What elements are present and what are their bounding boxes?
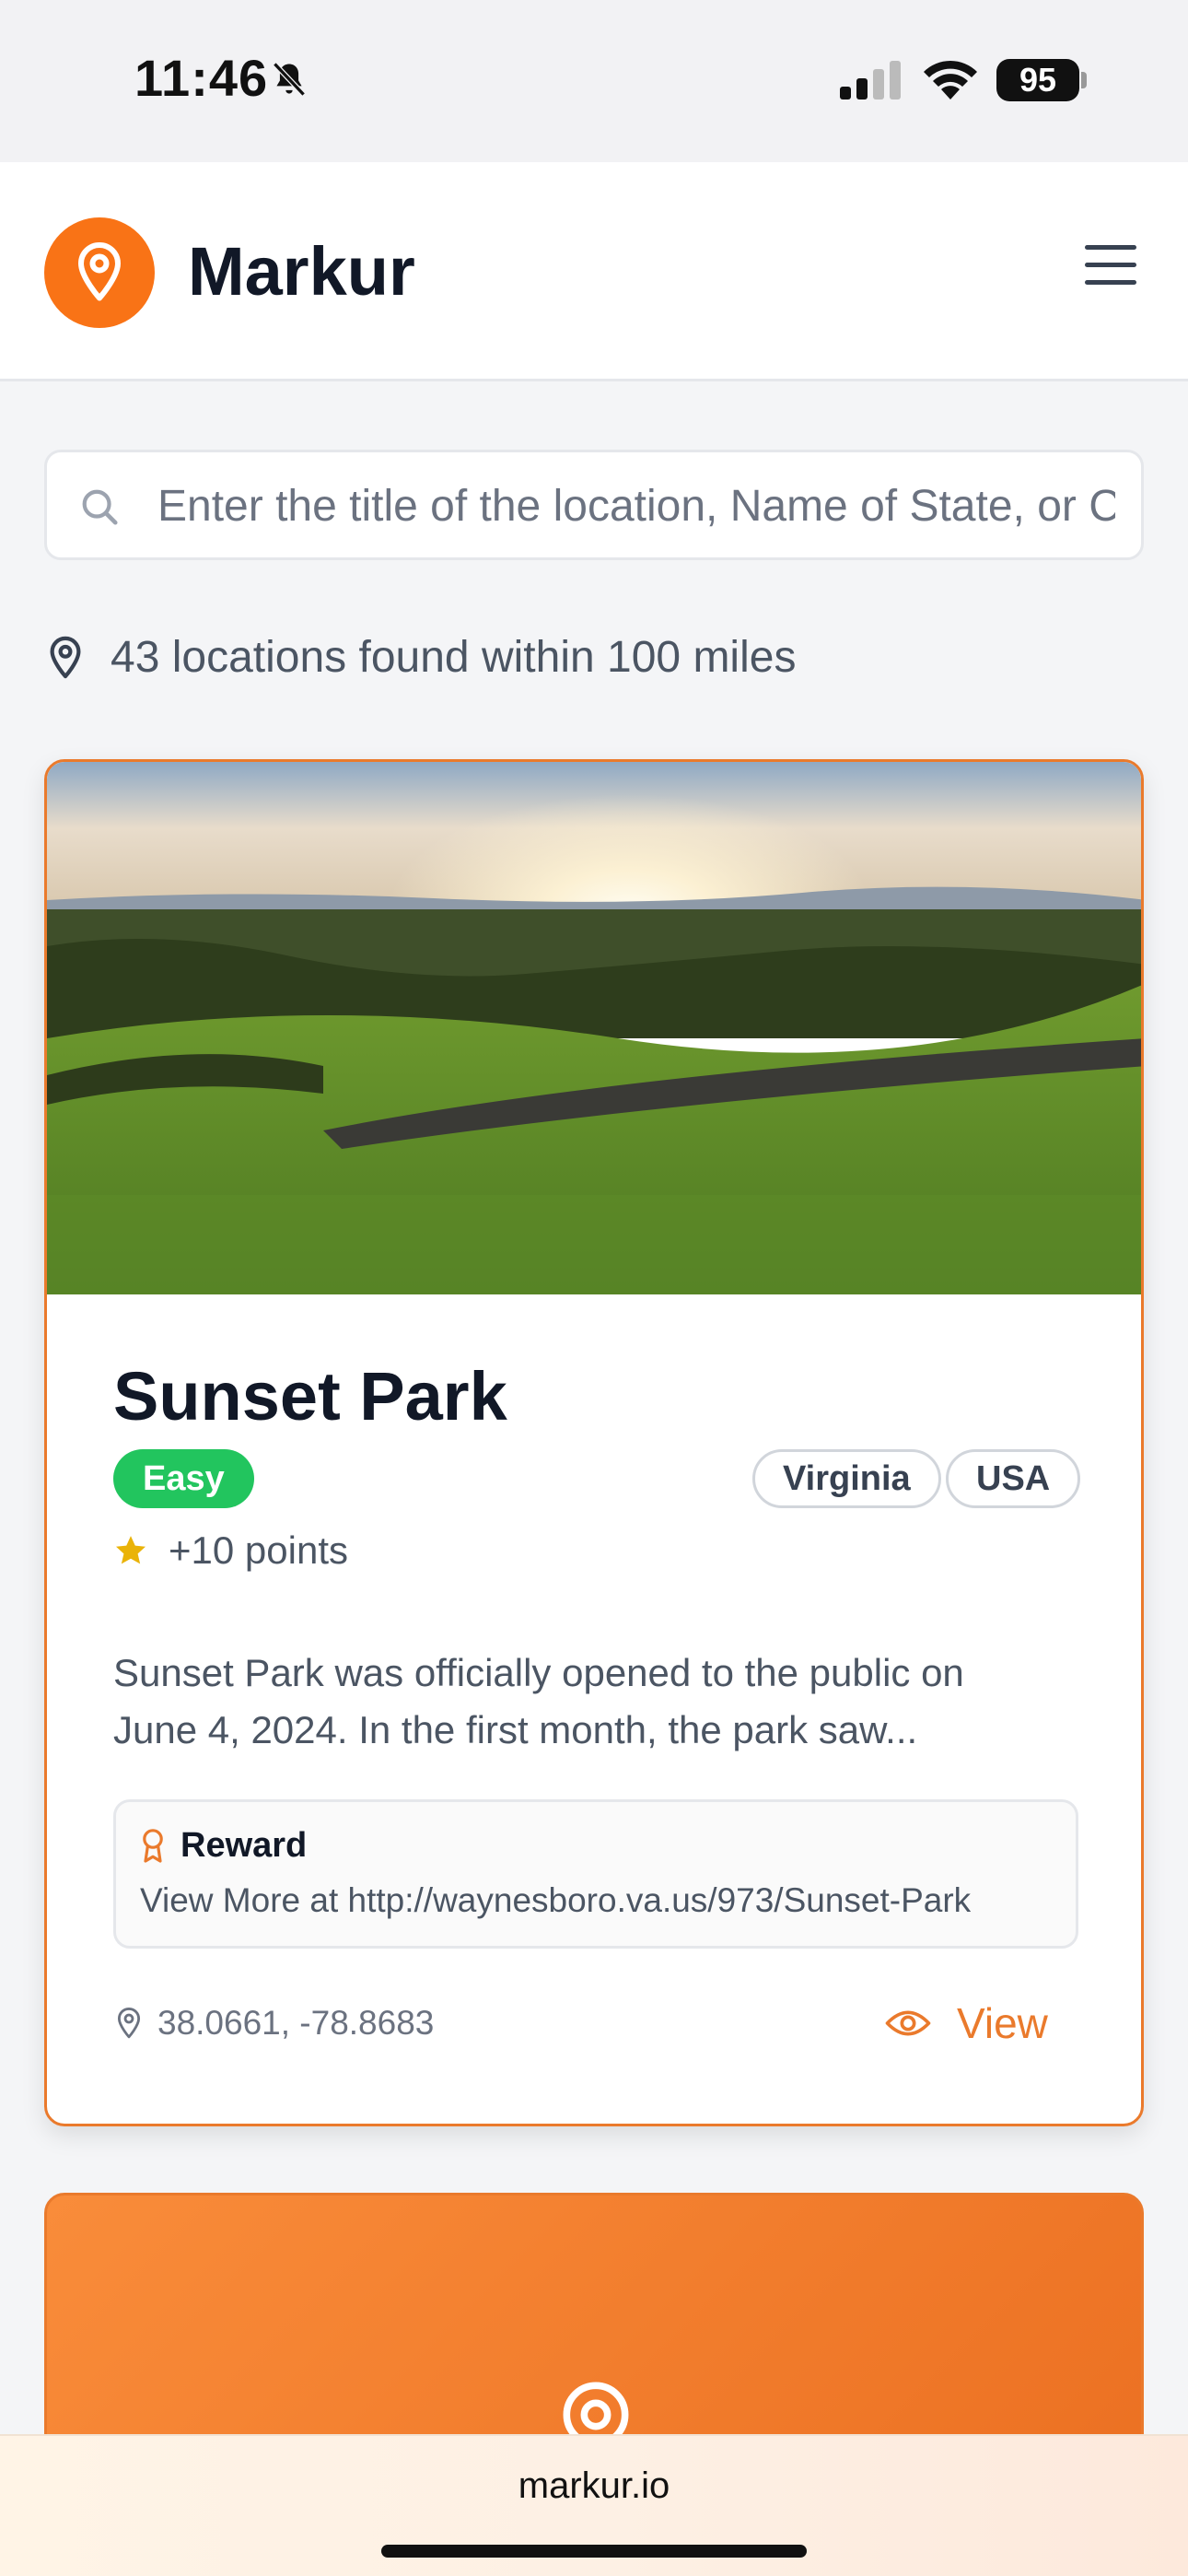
location-card[interactable]: Sunset Park Easy Virginia USA +10 points… xyxy=(44,759,1144,2126)
app-header: Markur xyxy=(0,162,1188,381)
search-box[interactable] xyxy=(44,450,1144,560)
location-pin-icon xyxy=(50,636,81,678)
points-text: +10 points xyxy=(169,1528,348,1572)
brand-name: Markur xyxy=(188,233,415,310)
coordinates-row: 38.0661, -78.8683 xyxy=(113,2004,434,2043)
description-line: June 4, 2024. In the first month, the pa… xyxy=(113,1708,918,1751)
map-pin-icon xyxy=(78,242,121,301)
results-summary: 43 locations found within 100 miles xyxy=(44,632,796,683)
browser-bar: markur.io xyxy=(0,2434,1188,2576)
search-input[interactable] xyxy=(157,473,1115,539)
hamburger-menu-icon[interactable] xyxy=(1085,245,1136,287)
reward-title: Reward xyxy=(181,1826,308,1865)
status-bar: 11:46 95 xyxy=(0,0,1188,162)
reward-header: Reward xyxy=(140,1826,307,1866)
home-indicator[interactable] xyxy=(381,2545,807,2558)
points-row: +10 points xyxy=(113,1528,348,1573)
award-ribbon-icon xyxy=(143,1828,163,1863)
view-button[interactable]: View xyxy=(885,1991,1088,2055)
description-line: Sunset Park was officially opened to the… xyxy=(113,1651,964,1694)
location-title: Sunset Park xyxy=(113,1358,507,1434)
battery-nub xyxy=(1081,72,1087,88)
search-icon xyxy=(82,489,118,525)
battery-icon: 95 xyxy=(996,59,1079,101)
reward-box: Reward View More at http://waynesboro.va… xyxy=(113,1799,1078,1949)
map-pin-icon xyxy=(117,2008,141,2039)
star-icon xyxy=(116,1536,146,1564)
eye-icon xyxy=(885,2010,931,2036)
logo[interactable] xyxy=(44,217,155,328)
tag-state: Virginia xyxy=(752,1449,941,1508)
status-time: 11:46 xyxy=(134,49,269,107)
signal-icon xyxy=(840,61,901,100)
coordinates-text: 38.0661, -78.8683 xyxy=(157,2004,435,2042)
bell-slash-icon xyxy=(273,62,306,97)
location-description: Sunset Park was officially opened to the… xyxy=(113,1645,1089,1759)
url-bar[interactable]: markur.io xyxy=(0,2465,1188,2507)
view-label: View xyxy=(957,1999,1048,2047)
page: 11:46 95 Markur Enter the title of the l… xyxy=(0,0,1188,2576)
results-count-text: 43 locations found within 100 miles xyxy=(111,633,797,682)
tag-country: USA xyxy=(946,1449,1081,1508)
reward-link[interactable]: View More at http://waynesboro.va.us/973… xyxy=(140,1881,971,1920)
location-photo xyxy=(47,762,1141,1294)
wifi-icon xyxy=(924,60,977,100)
difficulty-badge: Easy xyxy=(113,1449,254,1508)
